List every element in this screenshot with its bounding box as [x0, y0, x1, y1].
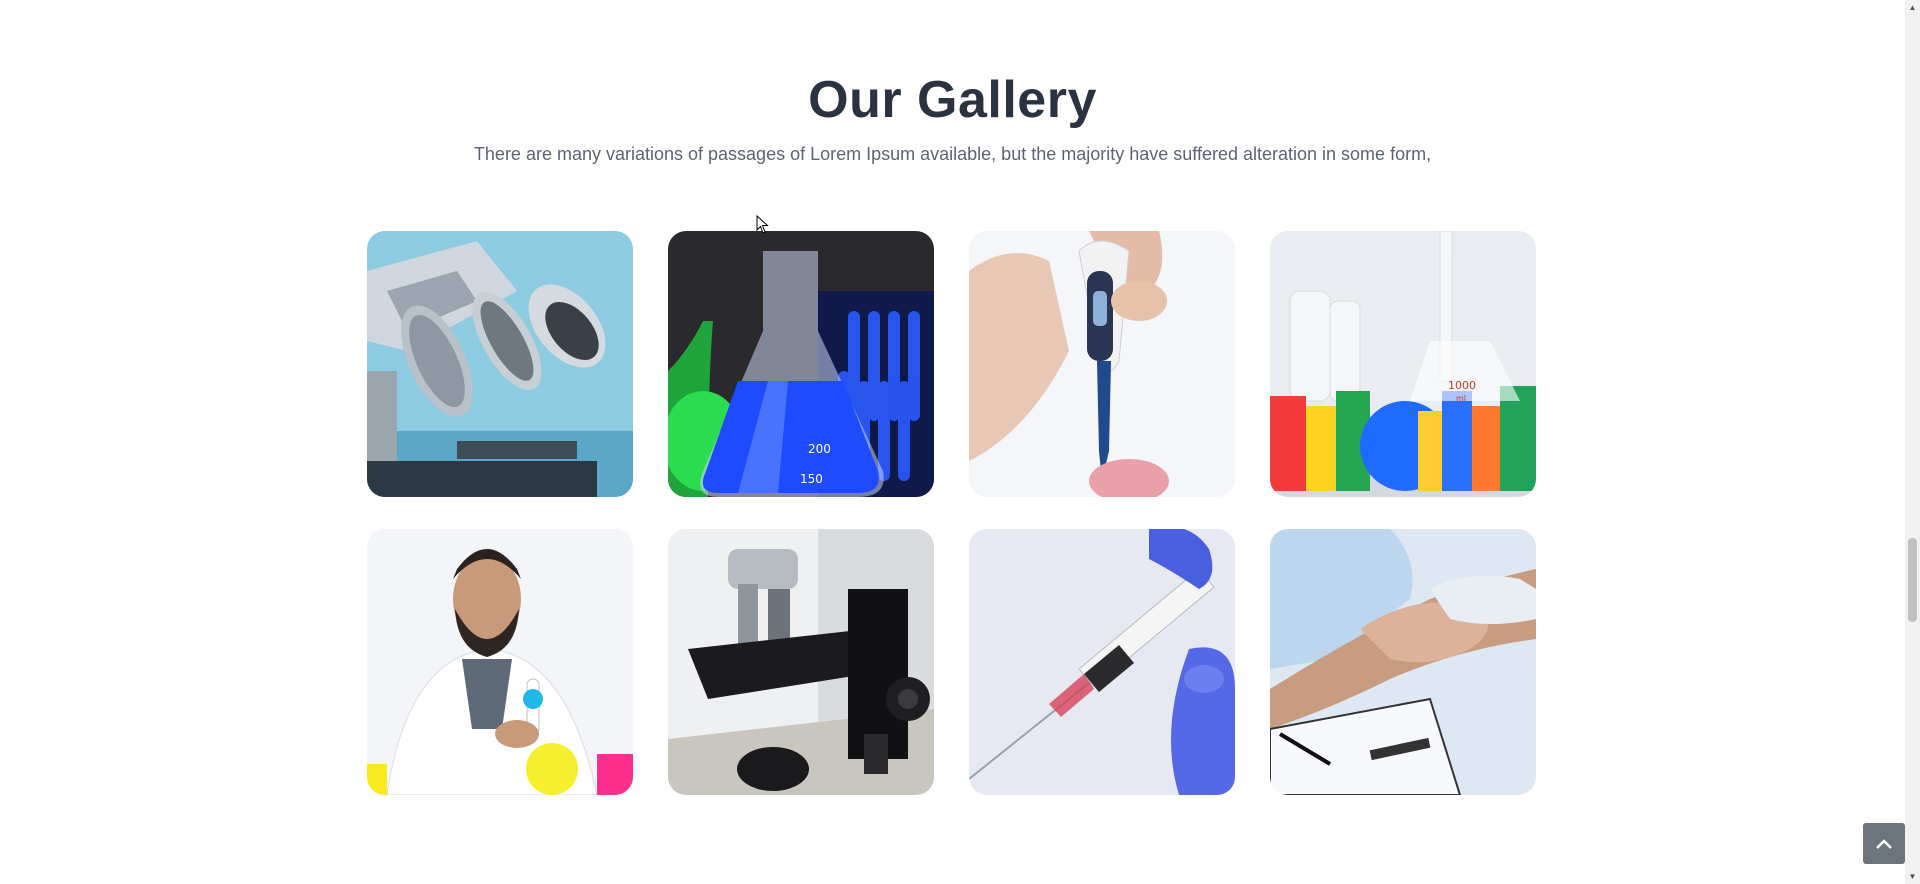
triangle-down-icon[interactable]: ▼ [1905, 869, 1920, 884]
scrollbar-thumb[interactable] [1908, 538, 1917, 622]
page-scrollbar[interactable]: ▲ ▼ [1905, 0, 1920, 884]
beaker-mark-ml: ml [1456, 394, 1466, 403]
gallery-image-colorful-lab-glassware[interactable]: 1000 ml [1270, 231, 1536, 497]
gallery-image-blue-lab-flask[interactable]: 200 150 [668, 231, 934, 497]
gallery-image-hands-holding-clipboard[interactable] [1270, 529, 1536, 795]
gallery-title: Our Gallery [808, 71, 1097, 129]
gallery-subtitle: There are many variations of passages of… [473, 144, 1432, 164]
back-to-top-button[interactable] [1863, 823, 1905, 864]
triangle-up-icon[interactable]: ▲ [1905, 0, 1920, 15]
flask-mark-200: 200 [808, 442, 831, 456]
gallery-image-pipette-in-hand[interactable] [969, 231, 1235, 497]
gallery-image-scientist-with-test-tubes[interactable] [367, 529, 633, 795]
gallery-image-microscope-stage[interactable] [668, 529, 934, 795]
gallery-image-syringe-with-glove[interactable] [969, 529, 1235, 795]
gallery-image-microscope-lenses[interactable] [367, 231, 633, 497]
page: Our Gallery There are many variations of… [0, 0, 1905, 884]
beaker-mark-1000: 1000 [1448, 379, 1476, 392]
mouse-cursor-icon [756, 215, 769, 234]
chevron-up-icon [1876, 838, 1892, 849]
flask-mark-150: 150 [800, 472, 823, 486]
gallery-grid: 200 150 1000 ml [367, 231, 1536, 795]
